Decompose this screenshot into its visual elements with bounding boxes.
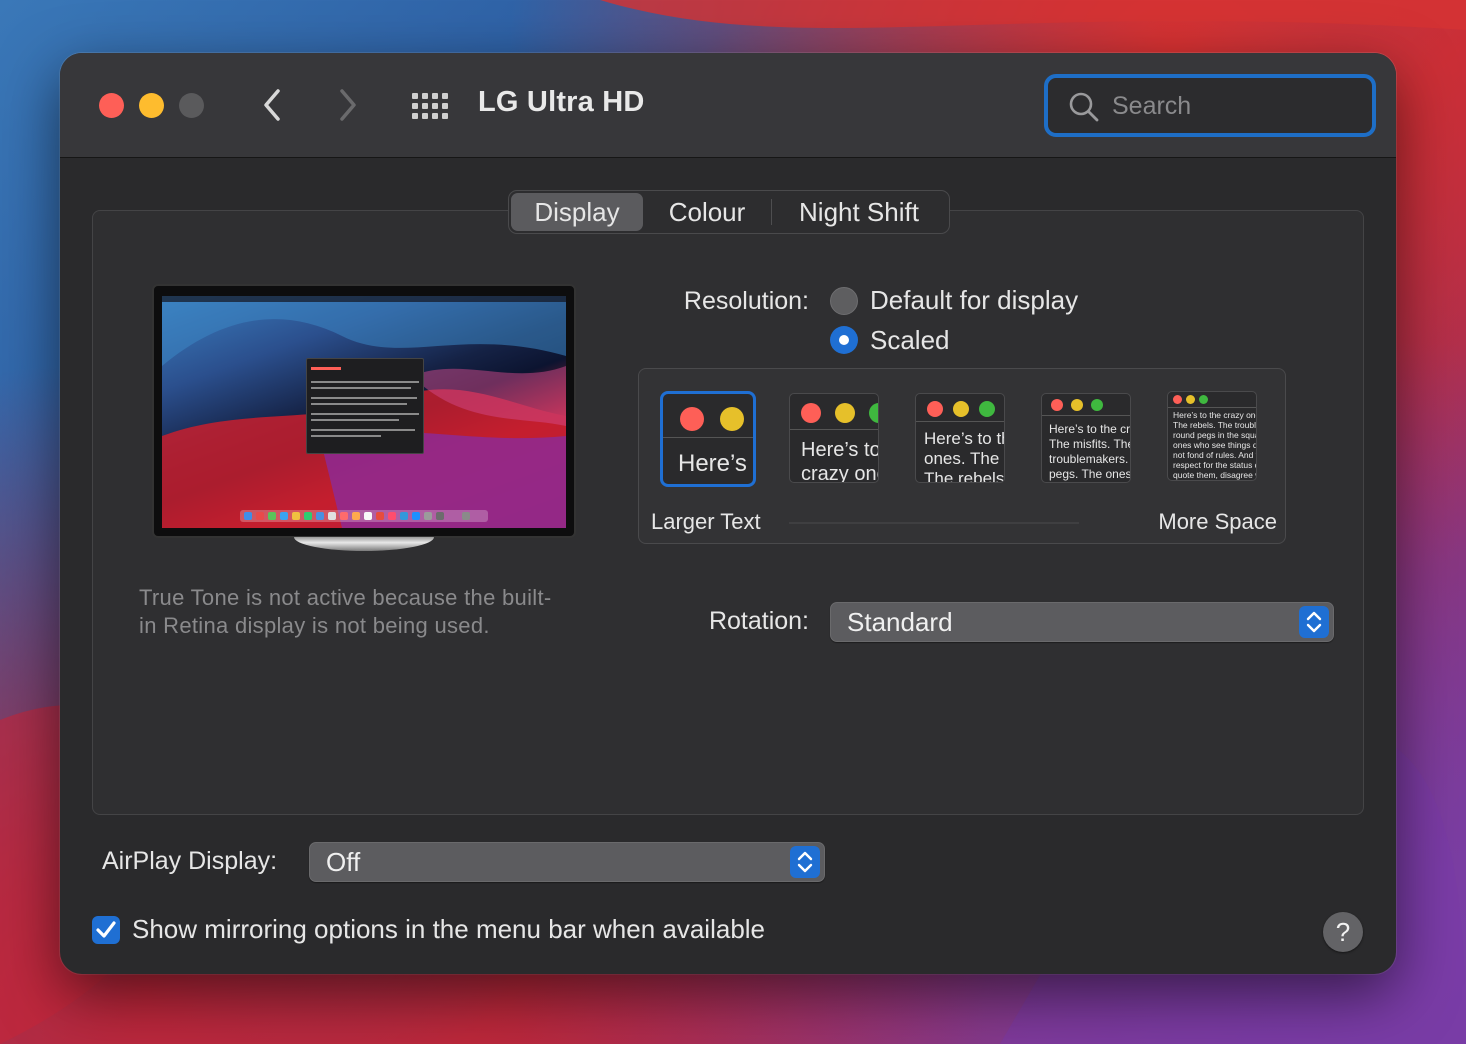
preview-text-3: Here’s to the crazy ones. The misfits. T…: [924, 429, 1005, 483]
mini-close-dot: [1051, 399, 1063, 411]
airplay-stepper: [790, 846, 820, 878]
true-tone-line-1: True Tone is not active because the buil…: [139, 585, 552, 610]
scale-option-2[interactable]: Here’s to the crazy ones. The misfits. T…: [789, 393, 879, 483]
mini-minimize-dot: [835, 403, 855, 423]
mini-close-dot: [801, 403, 821, 423]
rotation-label: Rotation:: [708, 607, 809, 635]
scaling-options: Here’s Here’s to the crazy ones. The mis…: [638, 368, 1286, 544]
show-all-grid-icon[interactable]: [412, 93, 448, 119]
title-bar: LG Ultra HD Search: [60, 53, 1396, 158]
close-button[interactable]: [99, 93, 124, 118]
monitor-preview: [152, 284, 576, 538]
mini-window: [306, 358, 424, 454]
mini-minimize-dot: [720, 407, 744, 431]
true-tone-note: True Tone is not active because the buil…: [139, 584, 589, 640]
system-preferences-window: LG Ultra HD Search Display Colour Night …: [60, 53, 1396, 974]
resolution-label: Resolution:: [683, 287, 809, 315]
help-button[interactable]: ?: [1323, 912, 1363, 952]
search-field[interactable]: Search: [1044, 74, 1376, 137]
airplay-label: AirPlay Display:: [102, 847, 278, 875]
mini-minimize-dot: [1186, 395, 1195, 404]
preview-text-2: Here’s to the crazy ones. The misfits. T…: [801, 439, 878, 483]
window-title: LG Ultra HD: [478, 86, 645, 118]
mini-close-dot: [927, 401, 943, 417]
tab-night-shift[interactable]: Night Shift: [772, 193, 946, 231]
search-placeholder: Search: [1112, 92, 1192, 120]
scale-option-3[interactable]: Here’s to the crazy ones. The misfits. T…: [915, 393, 1005, 483]
scaled-label[interactable]: Scaled: [870, 325, 950, 356]
mini-dock: [240, 510, 488, 522]
mini-minimize-dot: [953, 401, 969, 417]
mini-zoom-dot: [1199, 395, 1208, 404]
tab-bar: Display Colour Night Shift: [508, 190, 950, 234]
airplay-popup[interactable]: Off: [309, 842, 825, 882]
mini-close-dot: [1173, 395, 1182, 404]
rotation-popup[interactable]: Standard: [830, 602, 1334, 642]
back-arrow-icon[interactable]: [258, 85, 288, 125]
mirroring-checkbox[interactable]: [92, 916, 120, 944]
scale-option-4[interactable]: Here’s to the crazy ones. The misfits. T…: [1041, 393, 1131, 483]
preview-text-1: Here’s: [678, 450, 747, 477]
preview-text-5: Here’s to the crazy ones. The misfits. T…: [1173, 410, 1256, 480]
radio-scaled[interactable]: [830, 326, 858, 354]
tab-display[interactable]: Display: [511, 193, 643, 231]
zoom-button: [179, 93, 204, 118]
forward-arrow-icon[interactable]: [332, 85, 362, 125]
mini-zoom-dot: [979, 401, 995, 417]
default-for-display-label[interactable]: Default for display: [870, 285, 1078, 316]
preview-text-4: Here’s to the crazy ones. The misfits. T…: [1049, 422, 1131, 481]
chevron-updown-icon: [1306, 611, 1322, 633]
scale-option-larger-text[interactable]: Here’s: [660, 391, 756, 487]
radio-default-for-display[interactable]: [830, 287, 858, 315]
scale-option-more-space[interactable]: Here’s to the crazy ones. The misfits. T…: [1167, 391, 1257, 481]
mini-close-dot: [680, 407, 704, 431]
rotation-value: Standard: [847, 607, 953, 637]
airplay-value: Off: [326, 847, 361, 877]
tab-colour[interactable]: Colour: [643, 193, 771, 231]
true-tone-line-2: in Retina display is not being used.: [139, 613, 490, 638]
minimize-button[interactable]: [139, 93, 164, 118]
mini-minimize-dot: [1071, 399, 1083, 411]
mini-zoom-dot: [1091, 399, 1103, 411]
rotation-stepper: [1299, 606, 1329, 638]
checkmark-icon: [96, 921, 116, 938]
mirroring-label[interactable]: Show mirroring options in the menu bar w…: [132, 914, 765, 945]
larger-text-label: Larger Text: [651, 509, 761, 534]
chevron-updown-icon: [797, 851, 813, 873]
more-space-label: More Space: [1158, 509, 1277, 534]
scale-track: [789, 522, 1079, 524]
mini-menubar: [162, 296, 566, 302]
search-icon: [1069, 92, 1099, 122]
monitor-screen: [162, 296, 566, 528]
